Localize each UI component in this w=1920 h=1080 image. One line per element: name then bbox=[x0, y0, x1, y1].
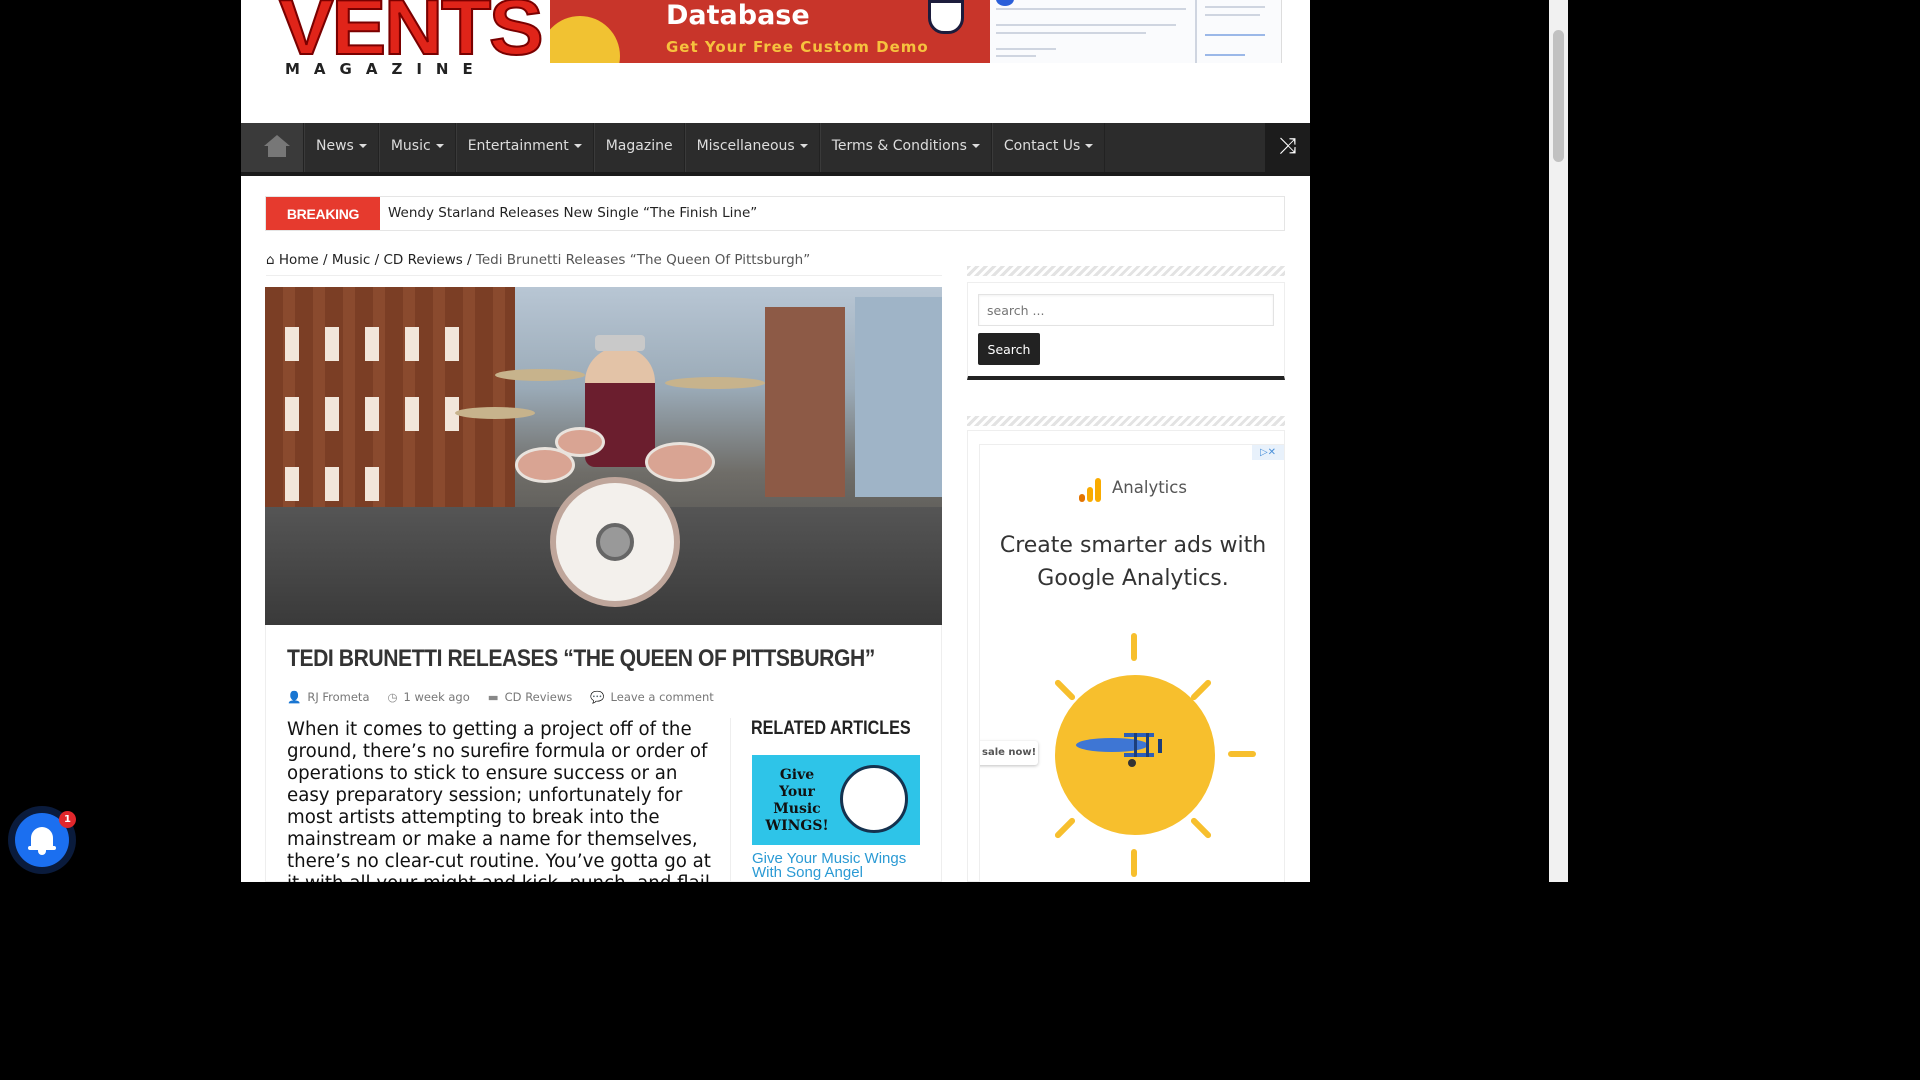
nav-item-entertainment[interactable]: Entertainment bbox=[455, 123, 594, 172]
related-article-thumbnail[interactable]: Give Your Music WINGS! bbox=[752, 755, 920, 845]
search-input[interactable] bbox=[978, 294, 1274, 326]
breaking-news-headline[interactable]: Wendy Starland Releases New Single “The … bbox=[388, 197, 757, 230]
ad-headline: Create smarter ads with Google Analytics… bbox=[999, 533, 1267, 591]
song-angel-logo bbox=[840, 765, 908, 833]
banner-title: Database bbox=[666, 0, 810, 31]
airplane-illustration bbox=[1076, 733, 1162, 767]
search-button[interactable]: Search bbox=[978, 333, 1040, 365]
breaking-news-bar: BREAKING NEWS Wendy Starland Releases Ne… bbox=[265, 196, 1285, 257]
main-nav: News Music Entertainment Magazine Miscellane… bbox=[241, 123, 1310, 176]
clock-icon: ◷ bbox=[387, 690, 398, 704]
ad-brand: Analytics bbox=[1112, 478, 1187, 497]
breadcrumb-music[interactable]: Music bbox=[332, 252, 370, 268]
nav-item-label: Terms & Conditions bbox=[831, 138, 967, 154]
notification-bell-button[interactable]: 1 bbox=[8, 806, 76, 874]
caret-down-icon bbox=[1085, 144, 1094, 148]
banner-subtitle: Get Your Free Custom Demo bbox=[666, 38, 929, 56]
site-logo[interactable]: VENTS MAGAZINE bbox=[278, 0, 545, 82]
article-hero-image bbox=[265, 287, 942, 625]
breadcrumb-home[interactable]: Home bbox=[279, 252, 319, 268]
article-date: 1 week ago bbox=[403, 690, 470, 704]
sale-tag: sale now! bbox=[980, 741, 1038, 765]
google-analytics-ad[interactable]: ▷✕ Analytics Create smarter ads with Goo… bbox=[979, 444, 1285, 882]
article-title: TEDI BRUNETTI RELEASES “THE QUEEN OF PIT… bbox=[287, 645, 875, 672]
nav-item-label: Contact Us bbox=[1003, 138, 1081, 154]
widget-divider bbox=[967, 266, 1285, 276]
related-thumb-text: Give Your Music WINGS! bbox=[765, 767, 829, 834]
nav-item-terms-conditions[interactable]: Terms & Conditions bbox=[819, 123, 992, 172]
random-article-button[interactable]: ⤨ bbox=[1265, 123, 1310, 172]
bass-drum bbox=[550, 477, 680, 607]
comments-icon: 💬 bbox=[590, 690, 605, 704]
nav-item-magazine[interactable]: Magazine bbox=[593, 123, 685, 172]
nav-home-button[interactable] bbox=[241, 123, 304, 172]
banner-screenshot-panel bbox=[990, 0, 1282, 63]
search-widget: Search bbox=[967, 282, 1285, 380]
header-banner-ad[interactable]: Database Get Your Free Custom Demo bbox=[550, 0, 990, 63]
nav-item-news[interactable]: News bbox=[304, 123, 379, 172]
pointer-hand-icon bbox=[928, 0, 964, 34]
nav-item-label: Music bbox=[390, 138, 431, 154]
caret-down-icon bbox=[435, 144, 444, 148]
caret-down-icon bbox=[799, 144, 808, 148]
article-comments-link[interactable]: Leave a comment bbox=[611, 690, 714, 704]
nav-item-contact-us[interactable]: Contact Us bbox=[991, 123, 1106, 172]
nav-item-label: News bbox=[316, 138, 354, 154]
breaking-news-label: BREAKING NEWS bbox=[266, 197, 380, 257]
related-article-link[interactable]: Give Your Music Wings With Song Angel bbox=[752, 851, 922, 880]
ad-choices-icon[interactable]: ▷✕ bbox=[1252, 445, 1284, 460]
analytics-logo-icon bbox=[1079, 478, 1105, 502]
nav-item-label: Miscellaneous bbox=[696, 138, 795, 154]
breadcrumb: ⌂ Home / Music / CD Reviews / Tedi Brune… bbox=[266, 252, 942, 276]
sidebar-ad-widget: ▷✕ Analytics Create smarter ads with Goo… bbox=[967, 430, 1285, 882]
caret-down-icon bbox=[971, 144, 980, 148]
related-articles: RELATED ARTICLES Give Your Music WINGS! … bbox=[730, 718, 920, 882]
article-body: When it comes to getting a project off o… bbox=[287, 719, 711, 882]
caret-down-icon bbox=[358, 144, 367, 148]
shuffle-icon: ⤨ bbox=[1278, 134, 1297, 159]
nav-item-music[interactable]: Music bbox=[378, 123, 456, 172]
folder-icon: ▬ bbox=[487, 690, 499, 704]
article-category[interactable]: CD Reviews bbox=[505, 690, 573, 704]
breadcrumb-cd-reviews[interactable]: CD Reviews bbox=[383, 252, 462, 268]
related-articles-title: RELATED ARTICLES bbox=[751, 718, 911, 739]
page: VENTS MAGAZINE Database Get Your Free Cu… bbox=[241, 0, 1310, 882]
notification-count-badge: 1 bbox=[59, 811, 76, 828]
article-author[interactable]: RJ Frometa bbox=[307, 690, 369, 704]
home-icon: ⌂ bbox=[266, 252, 275, 268]
nav-item-miscellaneous[interactable]: Miscellaneous bbox=[684, 123, 820, 172]
nav-item-label: Entertainment bbox=[467, 138, 569, 154]
banner-blue-dot bbox=[996, 0, 1014, 6]
nav-item-label: Magazine bbox=[605, 138, 673, 154]
banner-decor-circle bbox=[550, 16, 620, 63]
logo-main-text: VENTS bbox=[278, 0, 545, 71]
breadcrumb-current: Tedi Brunetti Releases “The Queen Of Pit… bbox=[475, 252, 811, 268]
logo-sub-text: MAGAZINE bbox=[285, 60, 487, 78]
caret-down-icon bbox=[573, 144, 582, 148]
nav-items: News Music Entertainment Magazine Miscellane… bbox=[304, 123, 1106, 172]
article-meta: 👤 RJ Frometa ◷ 1 week ago ▬ CD Reviews 💬 Lea… bbox=[287, 690, 714, 704]
crown bbox=[595, 335, 645, 351]
user-icon: 👤 bbox=[287, 690, 302, 704]
page-scrollbar[interactable] bbox=[1549, 0, 1568, 882]
scrollbar-thumb[interactable] bbox=[1553, 30, 1564, 162]
widget-divider bbox=[967, 416, 1285, 426]
drum-kit bbox=[455, 335, 765, 607]
